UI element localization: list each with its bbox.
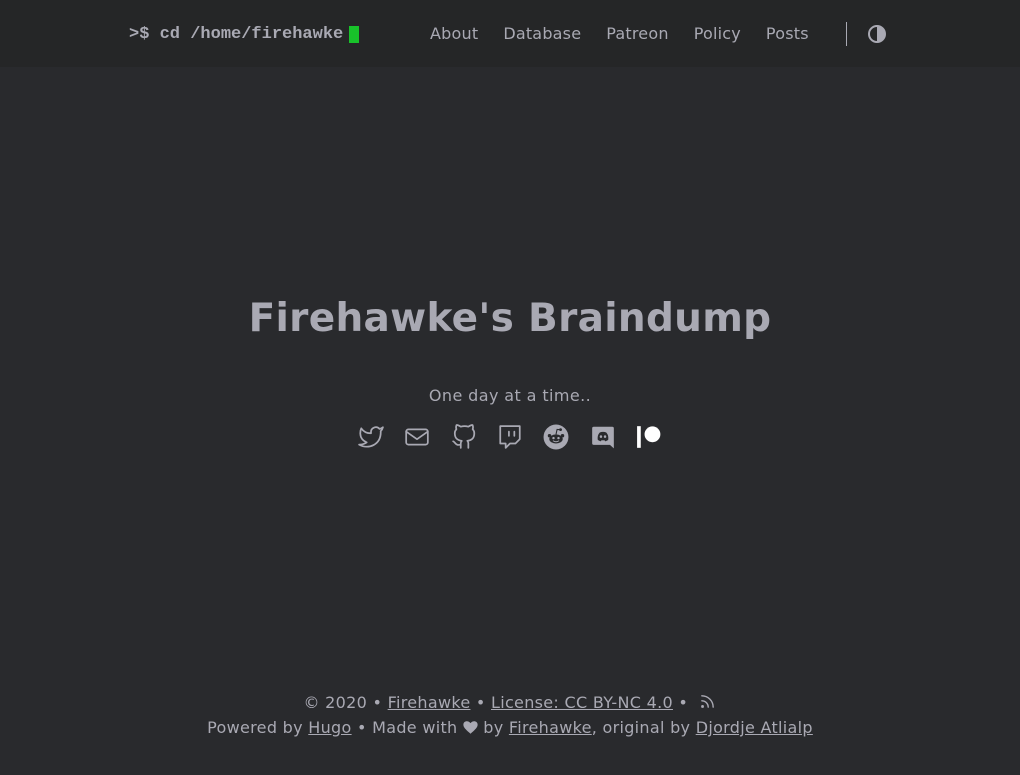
patreon-icon[interactable] xyxy=(636,424,662,450)
discord-icon[interactable] xyxy=(590,424,616,450)
hugo-link[interactable]: Hugo xyxy=(308,718,351,737)
twitter-icon[interactable] xyxy=(358,424,384,450)
site-footer: © 2020 • Firehawke • License: CC BY-NC 4… xyxy=(0,690,1020,740)
menu-divider xyxy=(846,22,847,46)
footer-bullet: • xyxy=(475,693,486,712)
site-tagline: One day at a time.. xyxy=(428,386,592,405)
contrast-icon[interactable] xyxy=(867,24,887,44)
main-menu: About Database Patreon Policy Posts xyxy=(430,21,809,45)
top-navigation-bar: >$ cd /home/firehawke About Database Pat… xyxy=(0,0,1020,67)
site-logo-link[interactable]: >$ cd /home/firehawke xyxy=(129,22,360,46)
menu-item-posts[interactable]: Posts xyxy=(766,24,809,43)
github-icon[interactable] xyxy=(451,424,477,450)
footer-bullet: • xyxy=(372,693,383,712)
menu-item-patreon[interactable]: Patreon xyxy=(606,24,668,43)
footer-copyright-line: © 2020 • Firehawke • License: CC BY-NC 4… xyxy=(0,690,1020,715)
by-text: by xyxy=(483,718,504,737)
footer-credits-line: Powered by Hugo • Made with by Firehawke… xyxy=(0,715,1020,740)
heart-icon xyxy=(463,716,478,734)
original-by-text: , original by xyxy=(591,718,691,737)
menu-item-database[interactable]: Database xyxy=(503,24,581,43)
site-title: Firehawke's Braindump xyxy=(248,296,772,341)
menu-item-about[interactable]: About xyxy=(430,24,478,43)
email-icon[interactable] xyxy=(404,424,430,450)
footer-bullet: • xyxy=(678,693,689,712)
license-link[interactable]: License: CC BY-NC 4.0 xyxy=(491,693,673,712)
copyright-text: © 2020 xyxy=(303,693,368,712)
theme-author-link[interactable]: Djordje Atlialp xyxy=(696,718,813,737)
rss-icon[interactable] xyxy=(699,692,716,709)
made-with-text: Made with xyxy=(372,718,458,737)
made-by-link[interactable]: Firehawke xyxy=(509,718,592,737)
footer-bullet: • xyxy=(357,718,367,737)
terminal-cursor xyxy=(349,25,360,43)
social-links xyxy=(358,424,662,450)
twitch-icon[interactable] xyxy=(497,424,523,450)
author-link[interactable]: Firehawke xyxy=(388,693,471,712)
menu-item-policy[interactable]: Policy xyxy=(694,24,741,43)
logo-prompt-text: >$ cd /home/firehawke xyxy=(129,24,344,44)
reddit-icon[interactable] xyxy=(543,424,569,450)
powered-by-text: Powered by xyxy=(207,718,303,737)
